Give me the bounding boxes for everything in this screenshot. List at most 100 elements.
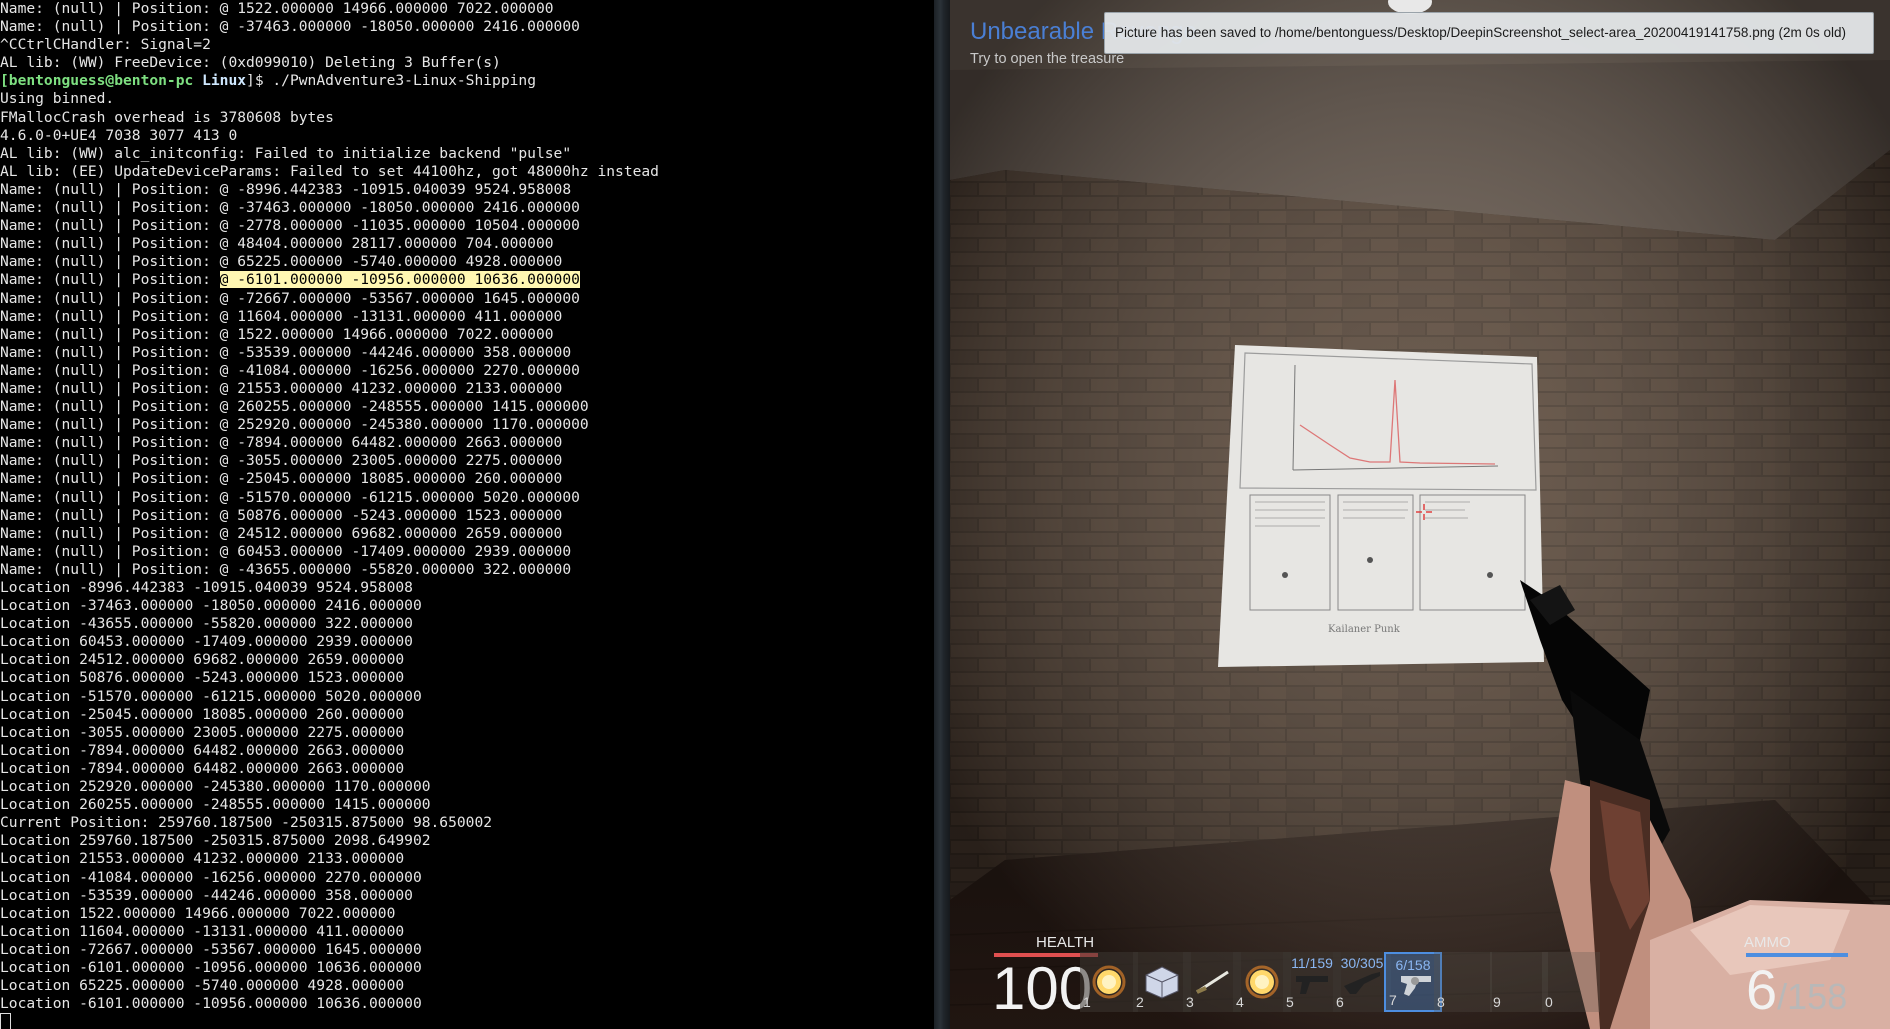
terminal-line: Name: (null) | Position: @ 21553.000000 …	[0, 380, 934, 398]
terminal-line: Location 24512.000000 69682.000000 2659.…	[0, 651, 934, 669]
prompt-directory: Linux	[202, 72, 247, 90]
terminal-line: Location 50876.000000 -5243.000000 1523.…	[0, 669, 934, 687]
terminal-line-text: Location -8996.442383 -10915.040039 9524…	[0, 579, 413, 596]
terminal-line: Location -7894.000000 64482.000000 2663.…	[0, 742, 934, 760]
crosshair-icon	[1416, 504, 1432, 520]
terminal-line: Location -3055.000000 23005.000000 2275.…	[0, 724, 934, 742]
terminal-line-text: Name: (null) | Position: @ -25045.000000…	[0, 470, 563, 488]
terminal-line-text: Location 260255.000000 -248555.000000 14…	[0, 796, 431, 814]
inventory-slot-0[interactable]: 0	[1542, 952, 1600, 1012]
terminal-line: Location 21553.000000 41232.000000 2133.…	[0, 850, 934, 868]
terminal-line-text: Name: (null) | Position: @ 65225.000000 …	[0, 253, 563, 271]
terminal-line: Location -72667.000000 -53567.000000 164…	[0, 941, 934, 959]
terminal-line-text: Name: (null) | Position: @ 11604.000000 …	[0, 307, 563, 325]
terminal-line-text: Name: (null) | Position: @ 48404.000000 …	[0, 235, 554, 253]
terminal-line: Name: (null) | Position: @ 260255.000000…	[0, 398, 934, 416]
terminal-line: Name: (null) | Position: @ -41084.000000…	[0, 362, 934, 380]
terminal-line-text: Name: (null) | Position: @ 252920.000000…	[0, 416, 589, 434]
terminal-line: Location 260255.000000 -248555.000000 14…	[0, 796, 934, 814]
terminal-line-text: Name: (null) | Position: @ -8996.442383 …	[0, 180, 572, 198]
terminal-line: Location 252920.000000 -245380.000000 11…	[0, 778, 934, 796]
terminal-line: AL lib: (WW) alc_initconfig: Failed to i…	[0, 145, 934, 163]
fireball-icon	[1245, 965, 1279, 999]
terminal-line-text: Name: (null) | Position: @ -53539.000000…	[0, 343, 572, 361]
terminal-line: Location -8996.442383 -10915.040039 9524…	[0, 579, 934, 597]
terminal-line-text: Location -6101.000000 -10956.000000 1063…	[0, 958, 422, 976]
terminal-line-text: Name: (null) | Position: @ -43655.000000…	[0, 560, 572, 578]
game-viewport[interactable]: Kailaner Punk Unbearable Revenge Try to …	[950, 0, 1890, 1029]
terminal-line-text: Name: (null) | Position: @ -7894.000000 …	[0, 434, 563, 452]
prompt-user-host: [bentonguess@benton-pc	[0, 72, 203, 90]
terminal-line: Location 259760.187500 -250315.875000 20…	[0, 832, 934, 850]
terminal-line-text: FMallocCrash overhead is 3780608 bytes	[0, 108, 334, 126]
terminal-line-text: Name: (null) | Position: @ 260255.000000…	[0, 398, 589, 416]
slot-number: 2	[1136, 994, 1144, 1010]
terminal-line-text: Name: (null) | Position: @ -3055.000000 …	[0, 452, 563, 470]
terminal-line: Name: (null) | Position: @ 1522.000000 1…	[0, 0, 934, 18]
terminal-line: AL lib: (EE) UpdateDeviceParams: Failed …	[0, 163, 934, 181]
terminal-line: AL lib: (WW) FreeDevice: (0xd099010) Del…	[0, 54, 934, 72]
terminal-line: 4.6.0-0+UE4 7038 3077 413 0	[0, 127, 934, 145]
terminal-line-text: AL lib: (EE) UpdateDeviceParams: Failed …	[0, 162, 659, 180]
terminal-line: Location -41084.000000 -16256.000000 227…	[0, 869, 934, 887]
terminal-selection-highlight[interactable]: @ -6101.000000 -10956.000000 10636.00000…	[219, 271, 580, 289]
terminal-line	[0, 1013, 934, 1029]
terminal-line-text: Location -51570.000000 -61215.000000 502…	[0, 687, 422, 705]
slot-number: 1	[1083, 994, 1091, 1010]
inventory-slot-1[interactable]: 1	[1080, 952, 1138, 1012]
terminal-line-text: Name: (null) | Position: @ -51570.000000…	[0, 488, 580, 506]
terminal-line-text: AL lib: (WW) alc_initconfig: Failed to i…	[0, 144, 572, 162]
slot-number: 0	[1545, 994, 1553, 1010]
pane-splitter[interactable]	[934, 0, 950, 1029]
terminal-line-text: Location -41084.000000 -16256.000000 227…	[0, 868, 422, 886]
terminal-line-text: Location 252920.000000 -245380.000000 11…	[0, 778, 431, 796]
terminal-line-text: Name: (null) | Position:	[0, 271, 220, 289]
terminal-line-text: AL lib: (WW) FreeDevice: (0xd099010) Del…	[0, 54, 501, 72]
terminal-line-text: Name: (null) | Position: @ 60453.000000 …	[0, 542, 572, 560]
slot-ammo-count: 30/305	[1340, 955, 1384, 971]
health-value: 100	[992, 955, 1093, 1022]
terminal-line: Name: (null) | Position: @ -25045.000000…	[0, 470, 934, 488]
screenshot-saved-notification[interactable]: Picture has been saved to /home/bentongu…	[1104, 12, 1874, 54]
terminal-line: Location 1522.000000 14966.000000 7022.0…	[0, 905, 934, 923]
terminal-line: Name: (null) | Position: @ 1522.000000 1…	[0, 326, 934, 344]
terminal-line: Location -37463.000000 -18050.000000 241…	[0, 597, 934, 615]
terminal-line-text: Name: (null) | Position: @ 50876.000000 …	[0, 506, 563, 524]
terminal-line-text: Name: (null) | Position: @ -2778.000000 …	[0, 217, 580, 235]
slot-number: 8	[1437, 994, 1445, 1010]
terminal-line-text: Name: (null) | Position: @ 1522.000000 1…	[0, 325, 554, 343]
terminal-line: Name: (null) | Position: @ 50876.000000 …	[0, 507, 934, 525]
terminal-line-text: Location -37463.000000 -18050.000000 241…	[0, 597, 422, 615]
inventory-slot-8[interactable]: 8	[1434, 952, 1492, 1012]
terminal-line-text: Location -72667.000000 -53567.000000 164…	[0, 940, 422, 958]
slot-ammo-count: 6/158	[1395, 957, 1431, 973]
terminal-line: Name: (null) | Position: @ 65225.000000 …	[0, 253, 934, 271]
terminal-line: Location -6101.000000 -10956.000000 1063…	[0, 959, 934, 977]
slot-number: 7	[1389, 992, 1397, 1008]
terminal-line-text: Location 21553.000000 41232.000000 2133.…	[0, 850, 405, 868]
terminal-line-text: Location -7894.000000 64482.000000 2663.…	[0, 759, 405, 777]
ammo-bar	[1746, 953, 1848, 957]
terminal-line-text: Name: (null) | Position: @ -72667.000000…	[0, 289, 580, 307]
terminal-line: Name: (null) | Position: @ -6101.000000 …	[0, 271, 934, 289]
terminal-line-text: Name: (null) | Position: @ -37463.000000…	[0, 199, 580, 217]
terminal-line: Location -43655.000000 -55820.000000 322…	[0, 615, 934, 633]
terminal-line: Location -7894.000000 64482.000000 2663.…	[0, 760, 934, 778]
terminal-line-text: Name: (null) | Position: @ 1522.000000 1…	[0, 0, 554, 17]
inventory-slot-9[interactable]: 9	[1490, 952, 1548, 1012]
terminal-line: ^CCtrlCHandler: Signal=2	[0, 36, 934, 54]
terminal-line: Location 60453.000000 -17409.000000 2939…	[0, 633, 934, 651]
terminal-line: Name: (null) | Position: @ -51570.000000…	[0, 489, 934, 507]
terminal-line-text: Location -6101.000000 -10956.000000 1063…	[0, 995, 422, 1013]
terminal-window[interactable]: Name: (null) | Position: @ 1522.000000 1…	[0, 0, 934, 1029]
inventory-slot-6[interactable]: 30/305 6	[1333, 952, 1391, 1012]
terminal-line: Location -25045.000000 18085.000000 260.…	[0, 706, 934, 724]
terminal-line-text: Name: (null) | Position: @ 24512.000000 …	[0, 524, 563, 542]
terminal-line-text: Name: (null) | Position: @ -41084.000000…	[0, 361, 580, 379]
terminal-line-text: Location 11604.000000 -13131.000000 411.…	[0, 922, 405, 940]
terminal-cursor[interactable]	[0, 1013, 11, 1029]
prompt-command: ]$ ./PwnAdventure3-Linux-Shipping	[246, 72, 536, 90]
ammo-total: /158	[1777, 976, 1848, 1017]
terminal-line: Name: (null) | Position: @ -37463.000000…	[0, 18, 934, 36]
terminal-line: Location -6101.000000 -10956.000000 1063…	[0, 995, 934, 1013]
